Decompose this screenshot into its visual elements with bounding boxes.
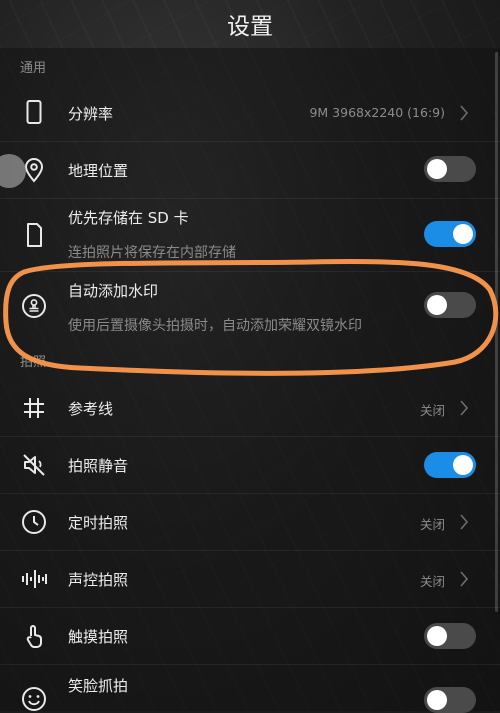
page-header: 设置: [0, 0, 500, 48]
setting-label: 触摸拍照: [68, 628, 129, 646]
setting-label: 拍照静音: [68, 457, 129, 475]
touch-toggle[interactable]: [424, 623, 476, 649]
setting-row-resolution[interactable]: 分辨率 9M 3968x2240 (16:9): [0, 85, 500, 141]
setting-row-sd-storage[interactable]: 优先存储在 SD 卡 连拍照片将保存在内部存储: [0, 199, 500, 271]
chevron-right-icon: [460, 571, 469, 587]
page-title: 设置: [227, 14, 273, 40]
setting-label: 地理位置: [68, 162, 129, 180]
setting-label: 自动添加水印: [68, 282, 159, 300]
toggle-knob: [427, 295, 447, 315]
section-header-general: 通用: [20, 61, 47, 76]
setting-row-touch[interactable]: 触摸拍照: [0, 608, 500, 664]
setting-label: 分辨率: [68, 105, 114, 123]
toggle-knob: [427, 159, 447, 179]
toggle-knob: [427, 690, 447, 710]
watermark-toggle[interactable]: [424, 292, 476, 318]
stamp-icon: [20, 292, 48, 320]
smile-toggle[interactable]: [424, 687, 476, 713]
sd-storage-toggle[interactable]: [424, 221, 476, 247]
toggle-knob: [453, 224, 473, 244]
setting-label: 定时拍照: [68, 514, 129, 532]
toggle-knob: [453, 455, 473, 475]
scrollbar[interactable]: [495, 52, 498, 612]
setting-value: 关闭: [419, 574, 445, 589]
setting-subtitle: 使用后置摄像头拍摄时，自动添加荣耀双镜水印: [68, 318, 362, 334]
setting-value: 9M 3968x2240 (16:9): [309, 105, 445, 120]
setting-label: 参考线: [68, 400, 114, 418]
smiley-icon: [20, 685, 48, 713]
sound-wave-icon: [20, 565, 48, 593]
touch-finger-icon: [20, 622, 48, 650]
section-header-photo: 拍照: [20, 355, 47, 370]
setting-value: 关闭: [419, 403, 445, 418]
setting-row-timer[interactable]: 定时拍照 关闭: [0, 494, 500, 550]
setting-row-voice[interactable]: 声控拍照 关闭: [0, 551, 500, 607]
toggle-knob: [427, 626, 447, 646]
setting-row-watermark[interactable]: 自动添加水印 使用后置摄像头拍摄时，自动添加荣耀双镜水印: [0, 272, 500, 342]
location-toggle[interactable]: [424, 156, 476, 182]
setting-value: 关闭: [419, 517, 445, 532]
setting-subtitle: 连拍照片将保存在内部存储: [68, 245, 236, 261]
grid-hash-icon: [20, 394, 48, 422]
mute-toggle[interactable]: [424, 452, 476, 478]
chevron-right-icon: [460, 400, 469, 416]
clock-icon: [20, 508, 48, 536]
setting-row-location[interactable]: 地理位置: [0, 142, 500, 198]
muted-speaker-icon: [20, 451, 48, 479]
setting-row-smile[interactable]: 笑脸抓拍: [0, 665, 500, 713]
phone-outline-icon: [20, 98, 48, 126]
chevron-right-icon: [460, 514, 469, 530]
setting-label: 笑脸抓拍: [68, 677, 129, 695]
document-icon: [20, 221, 48, 249]
setting-row-mute[interactable]: 拍照静音: [0, 437, 500, 493]
setting-label: 优先存储在 SD 卡: [68, 209, 189, 227]
setting-label: 声控拍照: [68, 571, 129, 589]
chevron-right-icon: [460, 105, 469, 121]
setting-row-grid[interactable]: 参考线 关闭: [0, 380, 500, 436]
